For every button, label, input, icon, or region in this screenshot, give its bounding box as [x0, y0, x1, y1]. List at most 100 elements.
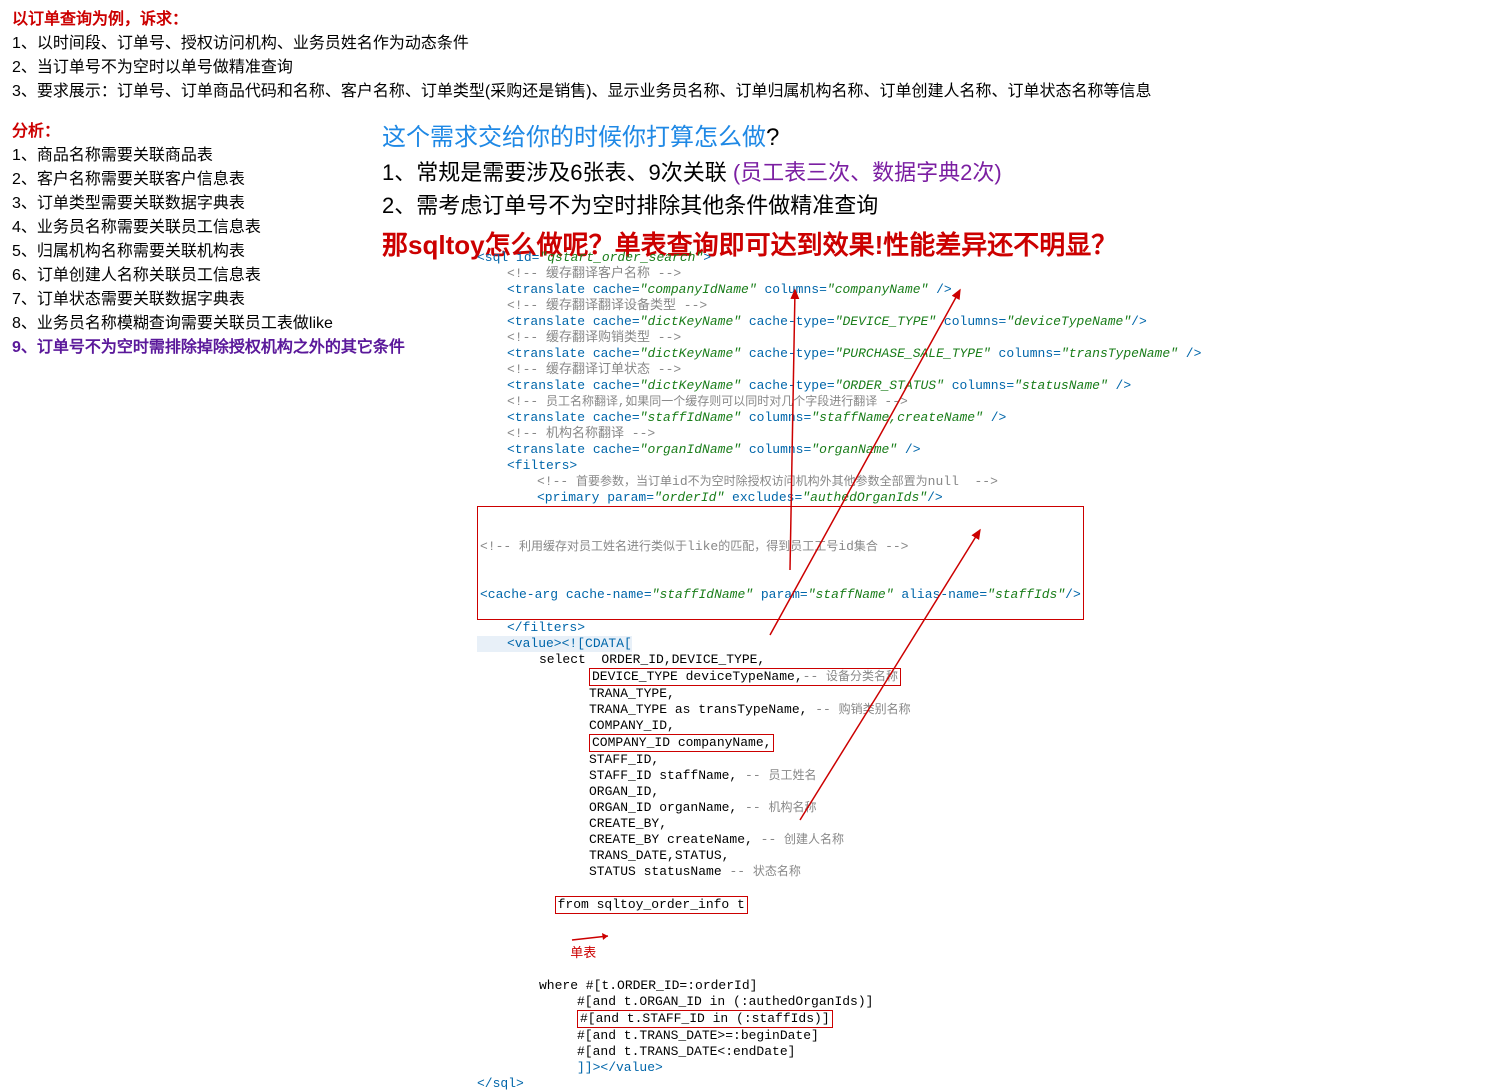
a: cache-type= [741, 346, 835, 361]
c: --> [884, 394, 907, 409]
t: <value> [507, 636, 562, 651]
s: #[and t.ORGAN_ID in (:authedOrganIds)] [577, 994, 873, 1009]
t: <translate [507, 282, 593, 297]
v: "staffIdName" [652, 587, 753, 602]
v: "statusName" [1014, 378, 1108, 393]
commentary-block: 这个需求交给你的时候你打算怎么做? 1、常规是需要涉及6张表、9次关联 (员工表… [382, 120, 1472, 265]
v: "deviceTypeName" [1006, 314, 1131, 329]
a: cache= [593, 442, 640, 457]
a: columns= [944, 378, 1014, 393]
t: <translate [507, 442, 593, 457]
a: cache= [593, 410, 640, 425]
note-1: 1、常规是需要涉及6张表、9次关联 (员工表三次、数据字典2次) [382, 156, 1472, 189]
single-table-text: 单表 [570, 946, 596, 961]
note-1a: 1、常规是需要涉及6张表、9次关联 [382, 160, 733, 185]
company-box: COMPANY_ID companyName, [589, 734, 774, 752]
sc: -- [761, 832, 784, 847]
ana-7: 7、订单状态需要关联数据字典表 [12, 288, 472, 312]
arrow-icon [570, 932, 616, 944]
note-2: 2、需考虑订单号不为空时排除其他条件做精准查询 [382, 189, 1472, 222]
c: <!-- 缓存翻译购销类型 --> [507, 330, 681, 345]
req-item-1: 1、以时间段、订单号、授权访问机构、业务员姓名作为动态条件 [12, 32, 1475, 56]
a: columns= [741, 442, 811, 457]
s: TRANS_DATE,STATUS, [589, 848, 729, 863]
t: /> [983, 410, 1006, 425]
sc: 设备分类名称 [826, 670, 898, 684]
question-text: 这个需求交给你的时候你打算怎么做 [382, 124, 766, 151]
t: </filters> [507, 620, 585, 635]
t: /> [1178, 346, 1201, 361]
req-title: 以订单查询为例，诉求： [12, 8, 1475, 32]
sc: -- [729, 864, 752, 879]
t: /> [1065, 587, 1081, 602]
a: param= [753, 587, 808, 602]
v: "companyIdName" [640, 282, 757, 297]
req-item-2: 2、当订单号不为空时以单号做精准查询 [12, 56, 1475, 80]
req-item-3: 3、要求展示：订单号、订单商品代码和名称、客户名称、订单类型(采购还是销售)、显… [12, 80, 1475, 104]
s: #[and t.STAFF_ID in (:staffIds)] [580, 1011, 830, 1026]
c: <!-- [507, 394, 546, 409]
single-table-arrow-label: 单表 [539, 930, 616, 977]
sc: -- [815, 702, 838, 717]
c: 集合 [854, 540, 885, 554]
question-mark: ? [766, 124, 779, 151]
a: cache= [593, 378, 640, 393]
sc: 机构名称 [768, 801, 816, 815]
c: null [928, 474, 975, 489]
v: "staffName" [808, 587, 894, 602]
t: > [703, 250, 711, 265]
a: id= [516, 250, 539, 265]
t: <cache-arg [480, 587, 566, 602]
question: 这个需求交给你的时候你打算怎么做? [382, 120, 1472, 156]
c: 首要参数， [576, 475, 636, 489]
v: "PURCHASE_SALE_TYPE" [835, 346, 991, 361]
s: where #[t.ORDER_ID=:orderId] [539, 978, 757, 993]
c: 当订单 [636, 475, 672, 489]
t: </sql> [477, 1076, 524, 1091]
v: "staffIdName" [640, 410, 741, 425]
s: #[and t.TRANS_DATE>=:beginDate] [577, 1028, 819, 1043]
c: id [838, 539, 854, 554]
v: "orderId" [654, 490, 724, 505]
a: param= [607, 490, 654, 505]
a: cache= [593, 314, 640, 329]
t: <sql [477, 250, 516, 265]
s: ORGAN_ID organName, [589, 800, 745, 815]
c: <!-- [537, 474, 576, 489]
t: <primary [537, 490, 607, 505]
from-box: from sqltoy_order_info t [555, 896, 748, 914]
v: "qstart_order_search" [539, 250, 703, 265]
s: COMPANY_ID companyName, [592, 735, 771, 750]
cache-arg-box: <!-- 利用缓存对员工姓名进行类似于like的匹配，得到员工工号id集合 --… [477, 506, 1084, 620]
s: from sqltoy_order_info t [558, 897, 745, 912]
v: "organIdName" [640, 442, 741, 457]
c: id [672, 474, 688, 489]
sc: 员工姓名 [768, 769, 816, 783]
t: <translate [507, 410, 593, 425]
s: ORGAN_ID, [589, 784, 659, 799]
sc: -- [745, 800, 768, 815]
a: columns= [936, 314, 1006, 329]
s: TRANA_TYPE, [589, 686, 675, 701]
v: "DEVICE_TYPE" [835, 314, 936, 329]
t: <![CDATA[ [562, 636, 632, 651]
v: "dictKeyName" [640, 378, 741, 393]
c: 员工名称翻译,如果同一个缓存则可以同时对几个字段进行翻译 [546, 395, 884, 409]
c: <!-- 缓存翻译客户名称 --> [507, 266, 681, 281]
code-block: <sql id="qstart_order_search"> <!-- 缓存翻译… [477, 250, 1467, 1092]
t: /> [1108, 378, 1131, 393]
t: /> [897, 442, 920, 457]
s: #[and t.TRANS_DATE<:endDate] [577, 1044, 795, 1059]
t: /> [927, 490, 943, 505]
v: "dictKeyName" [640, 346, 741, 361]
a: cache-type= [741, 378, 835, 393]
a: excludes= [724, 490, 802, 505]
s: DEVICE_TYPE deviceTypeName, [592, 669, 803, 684]
v: "organName" [811, 442, 897, 457]
a: columns= [741, 410, 811, 425]
s: select ORDER_ID,DEVICE_TYPE, [539, 652, 765, 667]
t: ]]></value> [577, 1060, 663, 1075]
t: <filters> [507, 458, 577, 473]
c: 利用缓存对员工姓名进行类似于 [519, 540, 687, 554]
staff-ids-box: #[and t.STAFF_ID in (:staffIds)] [577, 1010, 833, 1028]
